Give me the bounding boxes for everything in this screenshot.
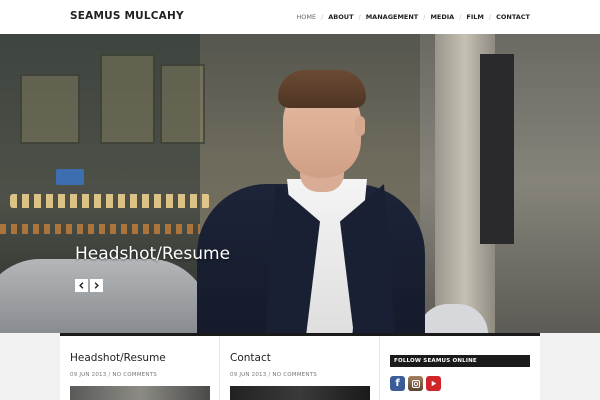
nav-separator: / bbox=[488, 13, 492, 21]
hero-photo-subject-hair bbox=[278, 70, 366, 108]
site-header: SEAMUS MULCAHY HOME / ABOUT / MANAGEMENT… bbox=[0, 0, 600, 34]
chevron-left-icon bbox=[79, 282, 84, 289]
post-title[interactable]: Headshot/Resume bbox=[70, 352, 166, 364]
post-thumbnail[interactable] bbox=[230, 386, 370, 400]
nav-contact[interactable]: CONTACT bbox=[496, 13, 530, 21]
hero-slider[interactable]: Headshot/Resume bbox=[0, 34, 600, 333]
nav-home[interactable]: HOME bbox=[296, 13, 316, 21]
post-meta: 09 JUN 2013 / NO COMMENTS bbox=[230, 372, 317, 378]
post-title[interactable]: Contact bbox=[230, 352, 271, 364]
nav-film[interactable]: FILM bbox=[466, 13, 483, 21]
slider-prev-button[interactable] bbox=[75, 279, 88, 292]
post-card: Headshot/Resume 09 JUN 2013 / NO COMMENT… bbox=[60, 336, 220, 400]
social-widget: FOLLOW SEAMUS ONLINE f bbox=[380, 336, 540, 400]
post-card: Contact 09 JUN 2013 / NO COMMENTS bbox=[220, 336, 380, 400]
nav-separator: / bbox=[459, 13, 462, 21]
post-thumbnail[interactable] bbox=[70, 386, 210, 400]
instagram-icon[interactable] bbox=[408, 376, 423, 391]
hero-background-sign bbox=[56, 169, 84, 185]
hero-background-lights bbox=[0, 224, 200, 234]
slider-next-button[interactable] bbox=[90, 279, 103, 292]
social-links: f bbox=[390, 376, 441, 391]
hero-background-marquee-lights bbox=[10, 194, 210, 208]
hero-background-banner bbox=[480, 54, 514, 244]
nav-management[interactable]: MANAGEMENT bbox=[366, 13, 419, 21]
hero-background-window bbox=[20, 74, 80, 144]
hero-background-window bbox=[160, 64, 205, 144]
nav-media[interactable]: MEDIA bbox=[430, 13, 454, 21]
facebook-icon[interactable]: f bbox=[390, 376, 405, 391]
content-area: Headshot/Resume 09 JUN 2013 / NO COMMENT… bbox=[60, 333, 540, 400]
chevron-right-icon bbox=[94, 282, 99, 289]
hero-photo-subject-ear bbox=[355, 116, 365, 136]
hero-background-car bbox=[0, 259, 210, 333]
nav-separator: / bbox=[358, 13, 361, 21]
site-title[interactable]: SEAMUS MULCAHY bbox=[70, 10, 184, 22]
post-meta: 09 JUN 2013 / NO COMMENTS bbox=[70, 372, 157, 378]
hero-background-window bbox=[100, 54, 155, 144]
nav-separator: / bbox=[321, 13, 324, 21]
nav-about[interactable]: ABOUT bbox=[328, 13, 353, 21]
nav-separator: / bbox=[423, 13, 426, 21]
youtube-icon[interactable] bbox=[426, 376, 441, 391]
slider-controls bbox=[75, 279, 103, 292]
main-nav: HOME / ABOUT / MANAGEMENT / MEDIA / FILM… bbox=[296, 13, 530, 21]
hero-caption[interactable]: Headshot/Resume bbox=[75, 244, 230, 264]
widget-title: FOLLOW SEAMUS ONLINE bbox=[390, 355, 530, 367]
